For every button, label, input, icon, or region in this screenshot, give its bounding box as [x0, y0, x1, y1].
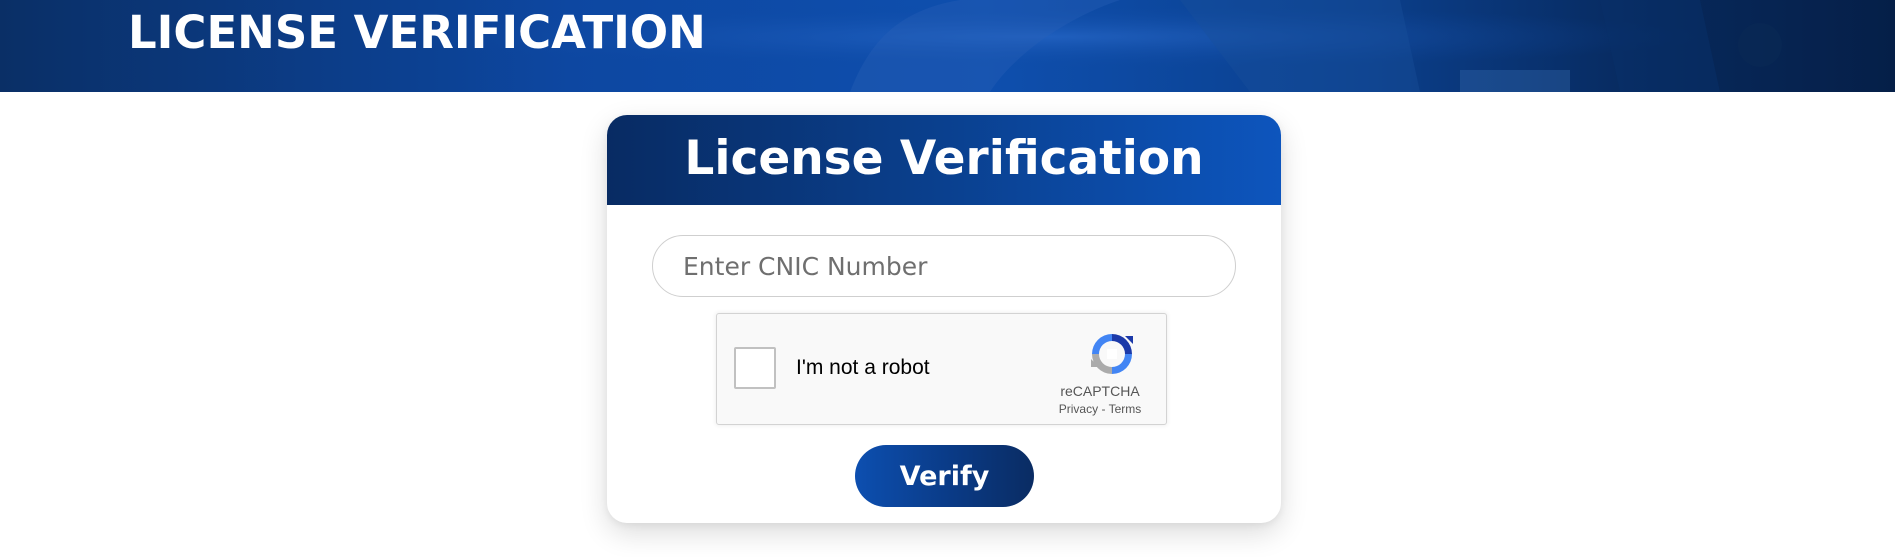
- recaptcha-widget: I'm not a robot reCAPTCHA Privacy - Term…: [716, 313, 1167, 425]
- header-banner: LICENSE VERIFICATION: [0, 0, 1895, 92]
- recaptcha-link-separator: -: [1101, 402, 1106, 416]
- card-header: License Verification: [607, 115, 1281, 205]
- recaptcha-privacy-link[interactable]: Privacy: [1059, 402, 1098, 416]
- card-title: License Verification: [684, 131, 1204, 186]
- verification-card: License Verification I'm not a robot reC…: [607, 115, 1281, 523]
- recaptcha-brand: reCAPTCHA: [1060, 383, 1140, 399]
- cnic-number-input[interactable]: [652, 235, 1236, 297]
- recaptcha-logo-icon: [1091, 334, 1133, 374]
- banner-title: LICENSE VERIFICATION: [128, 6, 706, 59]
- recaptcha-terms-link[interactable]: Terms: [1109, 402, 1142, 416]
- recaptcha-checkbox[interactable]: [734, 347, 776, 389]
- recaptcha-links: Privacy - Terms: [1037, 402, 1163, 416]
- verify-button[interactable]: Verify: [855, 445, 1034, 507]
- recaptcha-label: I'm not a robot: [796, 356, 930, 379]
